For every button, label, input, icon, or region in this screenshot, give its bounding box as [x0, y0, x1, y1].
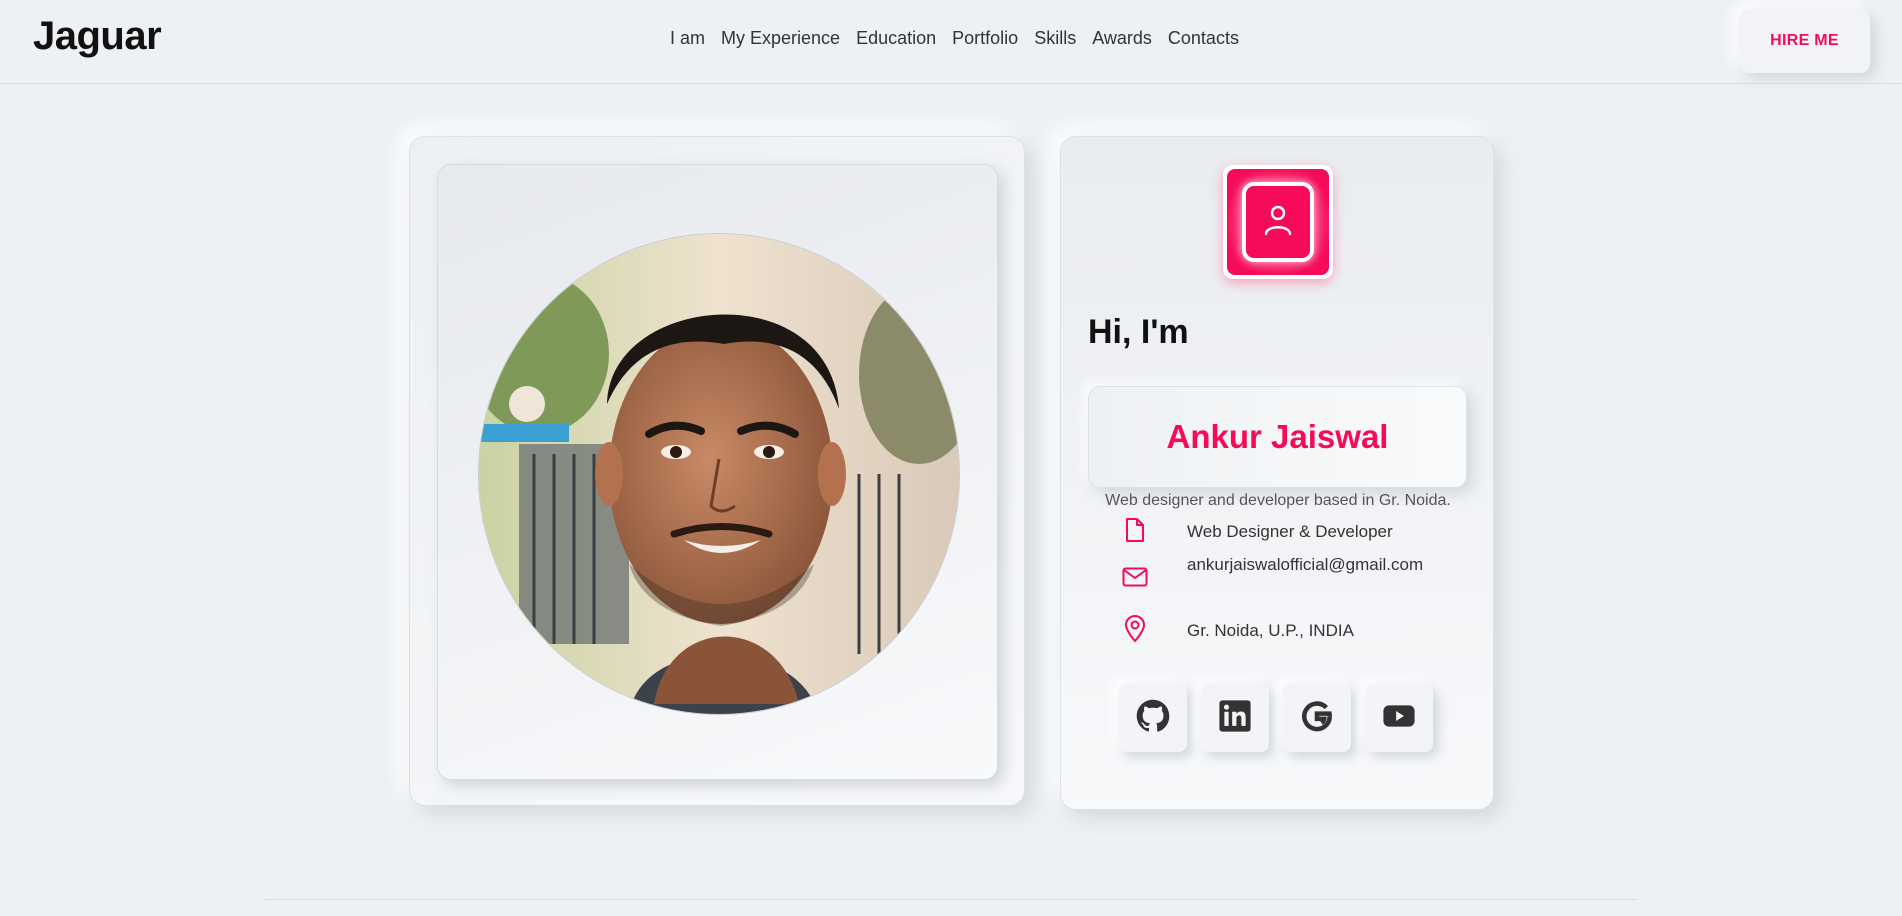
location-text: Gr. Noida, U.P., INDIA	[1187, 621, 1354, 640]
hire-me-button[interactable]: HIRE ME	[1739, 9, 1870, 73]
nav-item-awards[interactable]: Awards	[1092, 28, 1152, 49]
github-icon	[1136, 699, 1170, 738]
photo-frame	[437, 164, 998, 780]
footer-divider	[265, 899, 1637, 900]
top-navbar: Jaguar I am My Experience Education Port…	[0, 0, 1902, 84]
avatar-badge-core	[1242, 182, 1314, 262]
social-links	[1119, 684, 1433, 752]
nav-item-portfolio[interactable]: Portfolio	[952, 28, 1018, 49]
map-pin-icon	[1121, 615, 1149, 643]
profile-photo	[478, 233, 960, 715]
google-button[interactable]	[1283, 684, 1351, 752]
user-icon	[1263, 203, 1293, 242]
avatar-badge	[1223, 165, 1333, 279]
main-nav: I am My Experience Education Portfolio S…	[670, 28, 1239, 49]
nav-item-i-am[interactable]: I am	[670, 28, 705, 49]
brand-logo[interactable]: Jaguar	[33, 14, 162, 59]
google-icon	[1300, 699, 1334, 738]
tagline: Web designer and developer based in Gr. …	[1105, 492, 1451, 509]
file-icon	[1121, 516, 1149, 544]
role-text: Web Designer & Developer	[1187, 522, 1393, 541]
youtube-button[interactable]	[1365, 684, 1433, 752]
profile-info-card: Hi, I'm Ankur Jaiswal Web designer and d…	[1060, 136, 1494, 810]
nav-item-skills[interactable]: Skills	[1034, 28, 1076, 49]
youtube-icon	[1382, 699, 1416, 738]
email-link[interactable]: ankurjaiswalofficial@gmail.com	[1187, 549, 1432, 581]
linkedin-button[interactable]	[1201, 684, 1269, 752]
mail-icon	[1121, 563, 1149, 591]
greeting-heading: Hi, I'm	[1088, 313, 1189, 351]
nav-item-contacts[interactable]: Contacts	[1168, 28, 1239, 49]
avatar-badge-frame	[1227, 169, 1329, 275]
photo-card	[409, 136, 1025, 806]
nav-item-experience[interactable]: My Experience	[721, 28, 840, 49]
nav-item-education[interactable]: Education	[856, 28, 936, 49]
linkedin-icon	[1218, 699, 1252, 738]
github-button[interactable]	[1119, 684, 1187, 752]
name-box: Ankur Jaiswal	[1088, 386, 1467, 488]
profile-name: Ankur Jaiswal	[1166, 418, 1389, 455]
